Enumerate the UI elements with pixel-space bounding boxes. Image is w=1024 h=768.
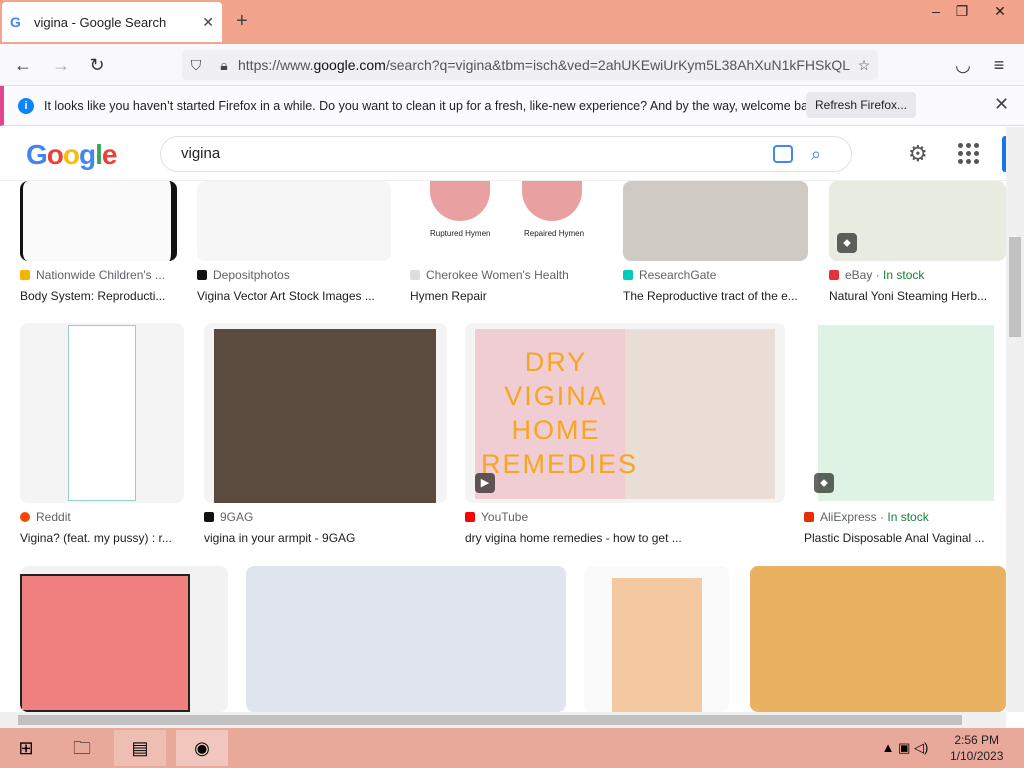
firefox-notification-bar: i It looks like you haven’t started Fire… bbox=[0, 86, 1024, 126]
video-overlay-text: DRY VIGINA HOME REMEDIES bbox=[481, 347, 639, 479]
back-arrow-icon[interactable]: ← bbox=[12, 54, 34, 76]
google-logo[interactable]: Google bbox=[26, 139, 117, 171]
tab-strip: G vigina - Google Search ✕ + – ❐ ✕ bbox=[0, 0, 1024, 44]
google-header: Google vigina ⌕ ⚙ bbox=[0, 127, 1024, 181]
result-source[interactable]: AliExpress · In stock bbox=[804, 510, 929, 524]
shopping-tag-icon: ⬥ bbox=[814, 473, 834, 493]
clock-date: 1/10/2023 bbox=[950, 749, 1004, 763]
result-thumbnail[interactable]: ⬥ bbox=[829, 181, 1006, 261]
result-thumbnail[interactable] bbox=[204, 323, 447, 503]
vertical-scrollbar[interactable] bbox=[1006, 127, 1024, 712]
result-title[interactable]: Hymen Repair bbox=[410, 289, 604, 303]
result-title[interactable]: Vigina? (feat. my pussy) : r... bbox=[20, 531, 184, 545]
shield-icon[interactable]: ⛉ bbox=[182, 57, 210, 74]
result-thumbnail[interactable] bbox=[750, 566, 1006, 712]
task-manager-icon[interactable]: ▤ bbox=[114, 730, 166, 766]
result-title[interactable]: Plastic Disposable Anal Vaginal ... bbox=[804, 531, 999, 545]
url-text[interactable]: https://www.google.com/search?q=vigina&t… bbox=[238, 57, 850, 73]
result-title[interactable]: dry vigina home remedies - how to get ..… bbox=[465, 531, 785, 545]
result-source[interactable]: ResearchGate bbox=[623, 268, 716, 282]
url-bar[interactable]: ⛉ 🔒︎ https://www.google.com/search?q=vig… bbox=[182, 50, 878, 80]
close-notification-icon[interactable]: ✕ bbox=[994, 94, 1009, 115]
restore-icon[interactable]: ❐ bbox=[944, 0, 980, 24]
menu-icon[interactable]: ≡ bbox=[988, 54, 1010, 76]
result-source[interactable]: 9GAG bbox=[204, 510, 253, 524]
result-source[interactable]: YouTube bbox=[465, 510, 528, 524]
result-thumbnail[interactable] bbox=[623, 181, 808, 261]
horizontal-scrollbar[interactable] bbox=[0, 712, 1006, 728]
file-explorer-icon[interactable]: 🗀 bbox=[56, 730, 108, 766]
result-source[interactable]: Nationwide Children's ... bbox=[20, 268, 165, 282]
result-thumbnail[interactable] bbox=[20, 566, 228, 712]
result-thumbnail[interactable]: ⬥ bbox=[804, 323, 1006, 503]
tab-google-search[interactable]: G vigina - Google Search ✕ bbox=[2, 2, 222, 42]
apps-grid-icon[interactable] bbox=[958, 143, 980, 165]
shopping-tag-icon: ⬥ bbox=[837, 233, 857, 253]
result-thumbnail[interactable] bbox=[197, 181, 391, 261]
close-tab-icon[interactable]: ✕ bbox=[202, 14, 214, 31]
result-thumbnail[interactable]: Ruptured Hymen Repaired Hymen bbox=[410, 181, 604, 261]
windows-start-icon[interactable]: ⊞ bbox=[0, 730, 52, 766]
result-title[interactable]: The Reproductive tract of the e... bbox=[623, 289, 808, 303]
result-source[interactable]: eBay · In stock bbox=[829, 268, 924, 282]
reload-icon[interactable]: ↻ bbox=[86, 54, 108, 76]
result-thumbnail[interactable] bbox=[584, 566, 729, 712]
result-thumbnail[interactable] bbox=[246, 566, 566, 712]
scrollbar-thumb[interactable] bbox=[18, 715, 962, 725]
windows-taskbar: ⊞ 🗀 ▤ ◉ ▲ ▣ ◁) 2:56 PM 1/10/2023 bbox=[0, 728, 1024, 768]
search-query[interactable]: vigina bbox=[181, 145, 220, 162]
scrollbar-thumb[interactable] bbox=[1009, 237, 1021, 337]
info-icon: i bbox=[18, 97, 34, 114]
system-tray-icons[interactable]: ▲ ▣ ◁) bbox=[870, 730, 940, 766]
close-window-icon[interactable]: ✕ bbox=[982, 0, 1018, 24]
lock-icon[interactable]: 🔒︎ bbox=[210, 57, 238, 74]
refresh-firefox-button[interactable]: Refresh Firefox... bbox=[806, 92, 916, 118]
result-thumbnail[interactable] bbox=[20, 323, 184, 503]
clock-time: 2:56 PM bbox=[954, 733, 1000, 747]
result-source[interactable]: Cherokee Women's Health bbox=[410, 268, 569, 282]
forward-arrow-icon[interactable]: → bbox=[50, 54, 72, 76]
taskbar-clock[interactable]: 2:56 PM 1/10/2023 bbox=[950, 732, 1003, 764]
result-thumbnail[interactable] bbox=[20, 181, 177, 261]
result-source[interactable]: Depositphotos bbox=[197, 268, 290, 282]
result-title[interactable]: Natural Yoni Steaming Herb... bbox=[829, 289, 999, 303]
search-input[interactable]: vigina ⌕ bbox=[160, 136, 852, 172]
image-results-grid: Ruptured Hymen Repaired Hymen ⬥ Nationwi… bbox=[0, 181, 1006, 712]
result-source[interactable]: Reddit bbox=[20, 510, 71, 524]
result-title[interactable]: Vigina Vector Art Stock Images ... bbox=[197, 289, 391, 303]
result-title[interactable]: Body System: Reproducti... bbox=[20, 289, 180, 303]
search-icon[interactable]: ⌕ bbox=[811, 137, 821, 171]
play-icon: ▶ bbox=[475, 473, 495, 493]
bookmark-star-icon[interactable]: ☆ bbox=[850, 57, 878, 74]
tab-title: vigina - Google Search bbox=[34, 14, 167, 30]
settings-gear-icon[interactable]: ⚙ bbox=[908, 141, 928, 167]
new-tab-icon[interactable]: + bbox=[236, 10, 248, 33]
camera-lens-icon[interactable] bbox=[773, 145, 793, 163]
navigation-toolbar: ← → ↻ ⛉ 🔒︎ https://www.google.com/search… bbox=[0, 44, 1024, 86]
firefox-icon[interactable]: ◉ bbox=[176, 730, 228, 766]
pocket-icon[interactable]: ◡ bbox=[952, 54, 974, 76]
notification-message: It looks like you haven’t started Firefo… bbox=[44, 98, 825, 113]
result-thumbnail[interactable]: DRY VIGINA HOME REMEDIES ▶ bbox=[465, 323, 785, 503]
google-favicon-icon: G bbox=[10, 14, 21, 30]
result-title[interactable]: vigina in your armpit - 9GAG bbox=[204, 531, 447, 545]
